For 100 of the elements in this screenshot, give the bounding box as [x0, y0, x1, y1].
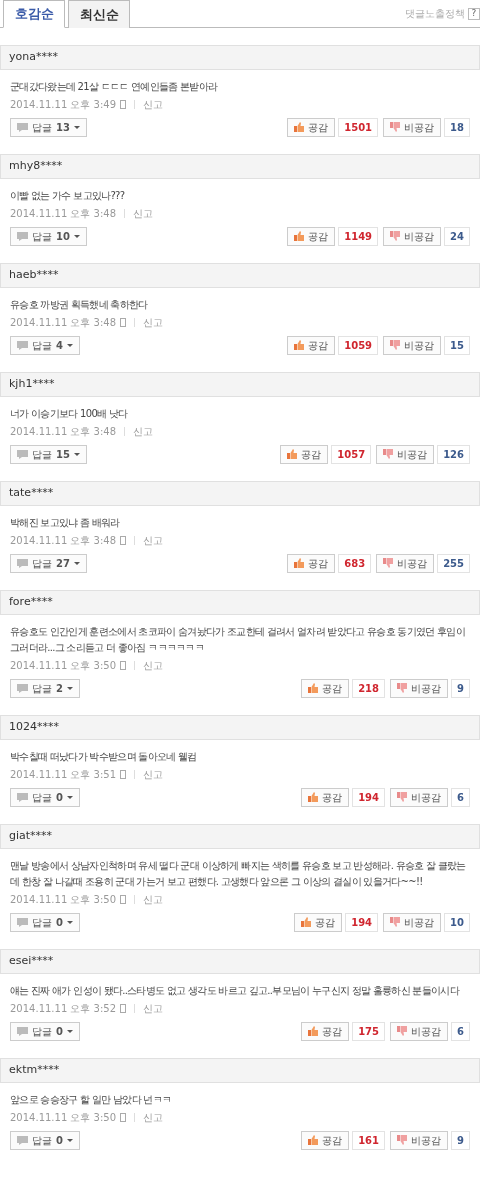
comment-date: 2014.11.11 오후 3:50	[10, 658, 117, 673]
thumbs-down-icon	[397, 792, 408, 802]
dislike-button[interactable]: 비공감	[383, 117, 442, 137]
caret-icon	[73, 234, 80, 238]
speech-bubble-icon	[17, 683, 28, 693]
dislike-button[interactable]: 비공감	[390, 787, 449, 807]
comment-text: 유승호 까방권 획득했네 축하한다	[10, 298, 149, 312]
dislike-button[interactable]: 비공감	[390, 1130, 449, 1150]
dislike-count: 6	[451, 1021, 470, 1041]
reply-button[interactable]: 답글 27	[10, 553, 87, 573]
comment-date: 2014.11.11 오후 3:48	[10, 533, 117, 548]
reply-button[interactable]: 답글 0	[10, 1021, 80, 1041]
username: tate****	[0, 481, 480, 506]
comment-text: 앞으로 승승장구 할 일만 남았다 넌ㅋㅋ	[10, 1093, 173, 1107]
reply-button[interactable]: 답글 13	[10, 117, 87, 137]
sort-tab[interactable]: 호감순	[3, 0, 65, 28]
reply-button[interactable]: 답글 2	[10, 678, 80, 698]
like-button[interactable]: 공감	[294, 912, 343, 932]
caret-icon	[66, 343, 73, 347]
dislike-button[interactable]: 비공감	[390, 678, 449, 698]
caret-icon	[73, 561, 80, 565]
username: haeb****	[0, 263, 480, 288]
like-button[interactable]: 공감	[301, 1021, 350, 1041]
like-button[interactable]: 공감	[287, 553, 336, 573]
dislike-count: 24	[444, 226, 470, 246]
speech-bubble-icon	[17, 449, 28, 459]
like-button[interactable]: 공감	[301, 787, 350, 807]
username: esei****	[0, 949, 480, 974]
caret-icon	[73, 125, 80, 129]
thumbs-down-icon	[397, 1135, 408, 1145]
caret-icon	[66, 795, 73, 799]
like-count: 194	[352, 787, 386, 807]
like-button[interactable]: 공감	[287, 226, 336, 246]
comment-text: 유승호도 인간인게 훈련소에서 초코파이 숨겨놨다가 조교한테 걸려서 얼차려 받았다고 유승호 동기였던 후임이 그러더라...그 소리듣고 더 좋아짐 ㅋㅋㅋㅋㅋㅋ	[10, 625, 467, 655]
comment-text: 맨날 방송에서 상남자인척하며 유세 떨다 군대 이상하게 빠지는 색히를 유승호 보고 반성해라. 유승호 잘 클랐는데 한창 잘 나갈때 조용히 군대 가는거 보고 편했다. 고생했다 앞으론 그 이상의 결실이 있을거다~~!!	[10, 859, 467, 889]
thumbs-down-icon	[390, 917, 401, 927]
reply-button[interactable]: 답글 0	[10, 787, 80, 807]
speech-bubble-icon	[17, 792, 28, 802]
reply-button[interactable]: 답글 4	[10, 335, 80, 355]
dislike-button[interactable]: 비공감	[376, 553, 435, 573]
thumbs-up-icon	[308, 1135, 319, 1145]
comment-text: 박해진 보고있냐 좀 배워라	[10, 516, 121, 530]
speech-bubble-icon	[17, 558, 28, 568]
dislike-button[interactable]: 비공감	[383, 912, 442, 932]
reply-button[interactable]: 답글 10	[10, 226, 87, 246]
comment-date: 2014.11.11 오후 3:48	[10, 206, 117, 221]
username: ektm****	[0, 1058, 480, 1083]
comment-date: 2014.11.11 오후 3:48	[10, 424, 117, 439]
like-count: 683	[338, 553, 372, 573]
thumbs-down-icon	[390, 340, 401, 350]
thumbs-up-icon	[308, 683, 319, 693]
thumbs-up-icon	[294, 340, 305, 350]
comment-date: 2014.11.11 오후 3:49	[10, 97, 117, 112]
comment-text: 군대갔다왔는데 21살 ㄷㄷㄷ 연예인들좀 본받아라	[10, 80, 219, 94]
speech-bubble-icon	[17, 340, 28, 350]
sort-tab[interactable]: 최신순	[68, 0, 130, 28]
like-button[interactable]: 공감	[287, 335, 336, 355]
comment-date: 2014.11.11 오후 3:51	[10, 767, 117, 782]
thumbs-up-icon	[294, 558, 305, 568]
dislike-count: 10	[444, 912, 470, 932]
username: yona****	[0, 45, 480, 70]
like-button[interactable]: 공감	[287, 117, 336, 137]
speech-bubble-icon	[17, 1135, 28, 1145]
caret-icon	[66, 1138, 73, 1142]
like-count: 218	[352, 678, 386, 698]
thumbs-down-icon	[383, 558, 394, 568]
dislike-count: 15	[444, 335, 470, 355]
like-button[interactable]: 공감	[301, 678, 350, 698]
thumbs-up-icon	[294, 231, 305, 241]
thumbs-up-icon	[294, 122, 305, 132]
help-button[interactable]: ?	[468, 7, 480, 20]
comment-text: 박수칠때 떠났다가 박수받으며 돌아오네 웰컴	[10, 750, 198, 764]
like-button[interactable]: 공감	[301, 1130, 350, 1150]
speech-bubble-icon	[17, 122, 28, 132]
username: giat****	[0, 824, 480, 849]
dislike-button[interactable]: 비공감	[390, 1021, 449, 1041]
reply-button[interactable]: 답글 15	[10, 444, 87, 464]
caret-icon	[73, 452, 80, 456]
reply-button[interactable]: 답글 0	[10, 912, 80, 932]
like-count: 175	[352, 1021, 386, 1041]
comment-date: 2014.11.11 오후 3:50	[10, 1110, 117, 1125]
dislike-button[interactable]: 비공감	[376, 444, 435, 464]
dislike-button[interactable]: 비공감	[383, 226, 442, 246]
comment-text: 너가 이승기보다 100배 낫다	[10, 407, 129, 421]
comment-date: 2014.11.11 오후 3:48	[10, 315, 117, 330]
thumbs-down-icon	[397, 1026, 408, 1036]
dislike-count: 255	[437, 553, 470, 573]
comment-date: 2014.11.11 오후 3:50	[10, 892, 117, 907]
thumbs-up-icon	[301, 917, 312, 927]
dislike-button[interactable]: 비공감	[383, 335, 442, 355]
thumbs-up-icon	[308, 792, 319, 802]
thumbs-up-icon	[287, 449, 298, 459]
reply-button[interactable]: 답글 0	[10, 1130, 80, 1150]
comment-text: 이빨 없는 가수 보고있나???	[10, 189, 126, 203]
dislike-count: 126	[437, 444, 470, 464]
like-count: 1057	[331, 444, 372, 464]
username: 1024****	[0, 715, 480, 740]
like-button[interactable]: 공감	[280, 444, 329, 464]
comment-text: 얘는 진짜 애가 인성이 됐다..스타병도 없고 생각도 바르고 깊고..부모님이 누구신지 정말 훌륭하신 분들이시다	[10, 984, 461, 998]
dislike-count: 6	[451, 787, 470, 807]
